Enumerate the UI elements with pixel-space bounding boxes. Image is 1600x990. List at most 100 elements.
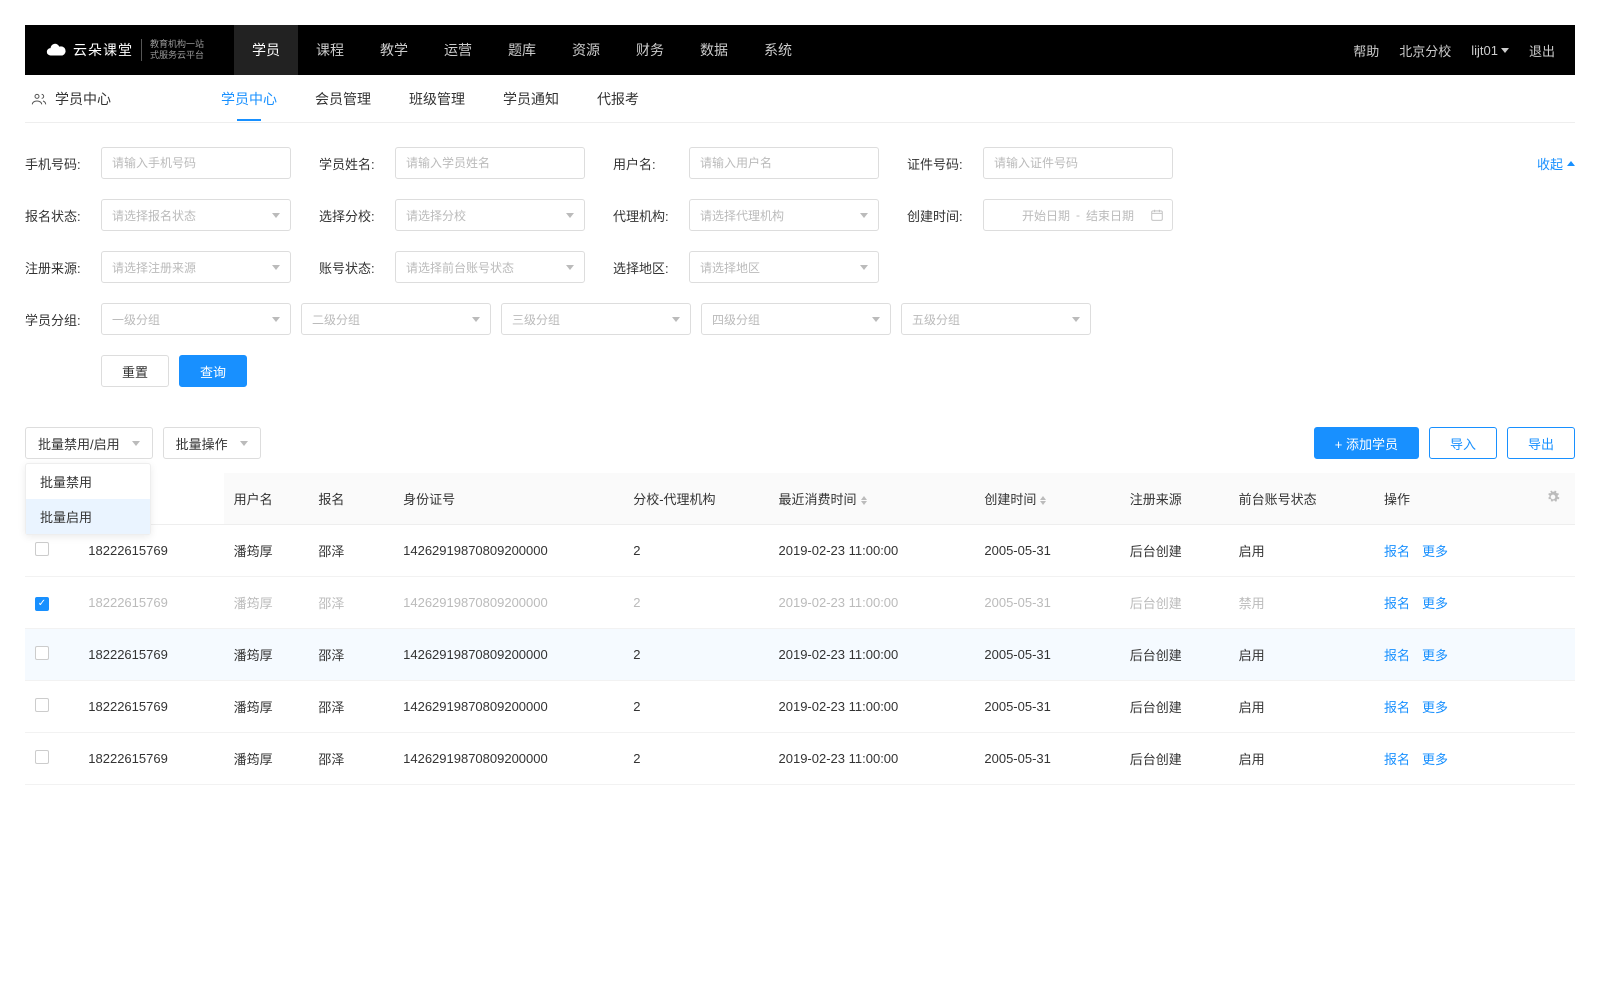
- nav-item-4[interactable]: 题库: [490, 25, 554, 75]
- cell-username: 潘筠厚: [224, 525, 309, 577]
- table-row: 18222615769潘筠厚邵泽142629198708092000002201…: [25, 681, 1575, 733]
- cell-branch-agency: 2: [623, 629, 768, 681]
- cell-source: 后台创建: [1120, 629, 1229, 681]
- row-action-enroll[interactable]: 报名: [1384, 749, 1410, 768]
- cell-created: 2005-05-31: [974, 733, 1119, 785]
- reg-source-select[interactable]: 请选择注册来源: [101, 251, 291, 283]
- filter-label-acctstatus: 账号状态:: [319, 258, 389, 277]
- branch-select[interactable]: 请选择分校: [395, 199, 585, 231]
- acct-status-select[interactable]: 请选择前台账号状态: [395, 251, 585, 283]
- row-action-enroll[interactable]: 报名: [1384, 697, 1410, 716]
- idno-input[interactable]: [983, 147, 1173, 179]
- row-action-enroll[interactable]: 报名: [1384, 593, 1410, 612]
- cell-acct-status: 启用: [1229, 629, 1374, 681]
- group-select-2[interactable]: 二级分组: [301, 303, 491, 335]
- filter-label-group: 学员分组:: [25, 310, 95, 329]
- batch-toggle-dropdown[interactable]: 批量禁用/启用: [25, 427, 153, 459]
- group-select-1[interactable]: 一级分组: [101, 303, 291, 335]
- reset-button[interactable]: 重置: [101, 355, 169, 387]
- cell-last-spend: 2019-02-23 11:00:00: [769, 629, 975, 681]
- group-select-3[interactable]: 三级分组: [501, 303, 691, 335]
- name-input[interactable]: [395, 147, 585, 179]
- cell-enroll: 邵泽: [308, 525, 393, 577]
- enroll-status-select[interactable]: 请选择报名状态: [101, 199, 291, 231]
- page-title: 学员中心: [55, 89, 111, 109]
- nav-item-1[interactable]: 课程: [298, 25, 362, 75]
- col-actions: 操作: [1374, 473, 1531, 525]
- subnav-tab-3[interactable]: 学员通知: [503, 77, 559, 121]
- nav-item-6[interactable]: 财务: [618, 25, 682, 75]
- chevron-down-icon: [272, 317, 280, 322]
- chevron-down-icon: [566, 265, 574, 270]
- cell-enroll: 邵泽: [308, 681, 393, 733]
- batch-option-1[interactable]: 批量启用: [26, 499, 150, 534]
- row-action-enroll[interactable]: 报名: [1384, 645, 1410, 664]
- col-acct-status[interactable]: 前台账号状态: [1229, 473, 1374, 525]
- row-action-more[interactable]: 更多: [1422, 541, 1448, 560]
- table-settings[interactable]: [1531, 473, 1575, 525]
- row-action-more[interactable]: 更多: [1422, 697, 1448, 716]
- nav-item-3[interactable]: 运营: [426, 25, 490, 75]
- cell-last-spend: 2019-02-23 11:00:00: [769, 681, 975, 733]
- table-row: ✓18222615769潘筠厚邵泽14262919870809200000220…: [25, 577, 1575, 629]
- row-checkbox[interactable]: [35, 542, 49, 556]
- col-branch-agency[interactable]: 分校-代理机构: [623, 473, 768, 525]
- created-daterange[interactable]: 开始日期 - 结束日期: [983, 199, 1173, 231]
- col-created[interactable]: 创建时间: [974, 473, 1119, 525]
- table-row: 18222615769潘筠厚邵泽142629198708092000002201…: [25, 525, 1575, 577]
- import-button[interactable]: 导入: [1429, 427, 1497, 459]
- chevron-down-icon: [132, 441, 140, 446]
- subnav-tab-2[interactable]: 班级管理: [409, 77, 465, 121]
- col-source[interactable]: 注册来源: [1120, 473, 1229, 525]
- col-last-spend[interactable]: 最近消费时间: [769, 473, 975, 525]
- filter-label-username: 用户名:: [613, 154, 683, 173]
- branch-link[interactable]: 北京分校: [1399, 41, 1451, 60]
- row-action-more[interactable]: 更多: [1422, 749, 1448, 768]
- subnav-tab-1[interactable]: 会员管理: [315, 77, 371, 121]
- cell-created: 2005-05-31: [974, 681, 1119, 733]
- col-idcard[interactable]: 身份证号: [393, 473, 623, 525]
- cell-created: 2005-05-31: [974, 577, 1119, 629]
- col-enroll[interactable]: 报名: [308, 473, 393, 525]
- group-select-5[interactable]: 五级分组: [901, 303, 1091, 335]
- row-checkbox[interactable]: [35, 646, 49, 660]
- phone-input[interactable]: [101, 147, 291, 179]
- sub-nav: 学员中心 学员中心会员管理班级管理学员通知代报考: [25, 75, 1575, 123]
- logout-link[interactable]: 退出: [1529, 41, 1555, 60]
- chevron-down-icon: [272, 213, 280, 218]
- region-select[interactable]: 请选择地区: [689, 251, 879, 283]
- subnav-tab-4[interactable]: 代报考: [597, 77, 639, 121]
- batch-option-0[interactable]: 批量禁用: [26, 464, 150, 499]
- nav-item-5[interactable]: 资源: [554, 25, 618, 75]
- cell-source: 后台创建: [1120, 577, 1229, 629]
- row-action-more[interactable]: 更多: [1422, 645, 1448, 664]
- cell-phone: 18222615769: [78, 629, 223, 681]
- table-header-row: 用户名 报名 身份证号 分校-代理机构 最近消费时间 创建时间 注册来源 前台账…: [25, 473, 1575, 525]
- cell-idcard: 14262919870809200000: [393, 629, 623, 681]
- subnav-tab-0[interactable]: 学员中心: [221, 77, 277, 121]
- user-menu[interactable]: lijt01: [1471, 43, 1509, 58]
- row-action-enroll[interactable]: 报名: [1384, 541, 1410, 560]
- add-student-button[interactable]: + 添加学员: [1314, 427, 1419, 459]
- nav-item-7[interactable]: 数据: [682, 25, 746, 75]
- cell-branch-agency: 2: [623, 681, 768, 733]
- row-checkbox[interactable]: [35, 698, 49, 712]
- search-button[interactable]: 查询: [179, 355, 247, 387]
- nav-item-2[interactable]: 教学: [362, 25, 426, 75]
- row-action-more[interactable]: 更多: [1422, 593, 1448, 612]
- export-button[interactable]: 导出: [1507, 427, 1575, 459]
- nav-item-0[interactable]: 学员: [234, 25, 298, 75]
- batch-ops-dropdown[interactable]: 批量操作: [163, 427, 261, 459]
- filter-panel: 手机号码: 学员姓名: 用户名: 证件号码: 收起 报名状态: 请选择报名状态: [25, 123, 1575, 387]
- collapse-toggle[interactable]: 收起: [1537, 154, 1575, 173]
- row-checkbox[interactable]: [35, 750, 49, 764]
- group-select-4[interactable]: 四级分组: [701, 303, 891, 335]
- nav-item-8[interactable]: 系统: [746, 25, 810, 75]
- top-nav-right: 帮助 北京分校 lijt01 退出: [1353, 41, 1555, 60]
- username-input[interactable]: [689, 147, 879, 179]
- agency-select[interactable]: 请选择代理机构: [689, 199, 879, 231]
- cell-idcard: 14262919870809200000: [393, 577, 623, 629]
- row-checkbox[interactable]: ✓: [35, 597, 49, 611]
- help-link[interactable]: 帮助: [1353, 41, 1379, 60]
- col-username[interactable]: 用户名: [224, 473, 309, 525]
